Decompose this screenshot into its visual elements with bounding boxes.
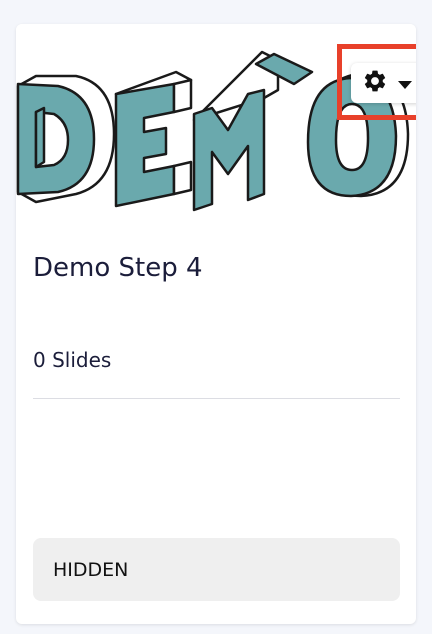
caret-down-icon (398, 74, 412, 93)
step-card[interactable]: Demo Step 4 0 Slides HIDDEN (16, 24, 416, 624)
slides-count: 0 Slides (33, 348, 112, 372)
status-badge: HIDDEN (33, 538, 400, 601)
divider (33, 398, 400, 399)
settings-dropdown-button[interactable] (351, 63, 416, 103)
step-title: Demo Step 4 (33, 253, 203, 283)
settings-highlight-box (337, 44, 416, 120)
gear-icon (362, 68, 388, 98)
